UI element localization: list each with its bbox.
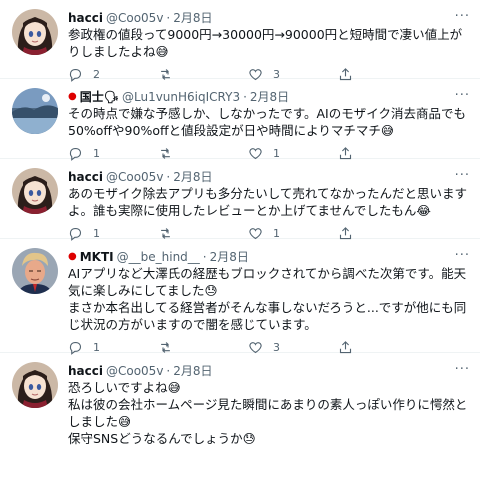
user-handle[interactable]: @Coo05v <box>106 11 163 25</box>
more-icon[interactable]: ··· <box>455 248 470 263</box>
display-name[interactable]: hacci <box>68 170 103 184</box>
like-count: 1 <box>273 226 280 240</box>
more-icon[interactable]: ··· <box>455 88 470 103</box>
separator-dot: · <box>202 249 207 264</box>
tweet[interactable]: hacci @Coo05v · 2月8日 ··· あのモザイク除去アプリも多分た… <box>0 159 480 241</box>
avatar[interactable] <box>12 168 58 214</box>
user-handle[interactable]: @Coo05v <box>106 364 163 378</box>
tweet-text: その時点で嫌な予感しか、しなかったです。AIのモザイク消去商品でも50%offや… <box>68 106 466 138</box>
separator-dot: · <box>243 89 247 104</box>
tweet-date[interactable]: 2月8日 <box>173 362 212 379</box>
tweet-text: 参政権の値段って9000円→30000円→90000円と短時間で凄い値上がりしま… <box>68 27 463 59</box>
flag-icon: ● <box>68 251 77 262</box>
display-name[interactable]: hacci <box>68 11 103 25</box>
tweet-header: ● 国士🗣 @Lu1vunH6iqICRY3 · 2月8日 <box>68 88 468 105</box>
tweet-date[interactable]: 2月8日 <box>210 248 249 265</box>
like-count: 1 <box>273 146 280 160</box>
reply-count: 1 <box>93 226 100 240</box>
tweet-date[interactable]: 2月8日 <box>173 168 212 185</box>
user-handle[interactable]: @Lu1vunH6iqICRY3 <box>122 90 240 104</box>
separator-dot: · <box>166 10 171 25</box>
like-count: 3 <box>273 340 280 354</box>
avatar[interactable] <box>12 362 58 408</box>
flag-icon: ● <box>68 91 77 102</box>
user-handle[interactable]: @__be_hind__ <box>117 250 200 264</box>
tweet-text: 恐ろしいですよね😅 私は彼の会社ホームページ見た瞬間にあまりの素人っぽい作りに愕… <box>68 380 468 446</box>
tweet[interactable]: ● 国士🗣 @Lu1vunH6iqICRY3 · 2月8日 ··· その時点で嫌… <box>0 79 480 161</box>
tweet-header: hacci @Coo05v · 2月8日 <box>68 362 468 379</box>
separator-dot: · <box>166 363 171 378</box>
separator-dot: · <box>166 169 171 184</box>
tweet[interactable]: ● MKTI @__be_hind__ · 2月8日 ··· AIアプリなど大澤… <box>0 239 480 355</box>
tweet-header: ● MKTI @__be_hind__ · 2月8日 <box>68 248 468 265</box>
tweet[interactable]: hacci @Coo05v · 2月8日 ··· 恐ろしいですよね😅 私は彼の会… <box>0 353 480 481</box>
display-name[interactable]: 国士🗣 <box>80 88 119 105</box>
avatar[interactable] <box>12 248 58 294</box>
tweet-header: hacci @Coo05v · 2月8日 <box>68 168 468 185</box>
tweet-text: AIアプリなど大澤氏の経歴もブロックされてから調べた次第です。能天気に楽しみにし… <box>68 266 467 332</box>
reply-thread: hacci @Coo05v · 2月8日 ··· 参政権の値段って9000円→3… <box>0 0 480 481</box>
tweet-date[interactable]: 2月8日 <box>250 88 289 105</box>
avatar[interactable] <box>12 88 58 134</box>
more-icon[interactable]: ··· <box>455 362 470 377</box>
display-name[interactable]: MKTI <box>80 250 114 264</box>
avatar[interactable] <box>12 9 58 55</box>
reply-count: 1 <box>93 146 100 160</box>
tweet-header: hacci @Coo05v · 2月8日 <box>68 9 468 26</box>
more-icon[interactable]: ··· <box>455 168 470 183</box>
reply-count: 1 <box>93 340 100 354</box>
user-handle[interactable]: @Coo05v <box>106 170 163 184</box>
display-name[interactable]: hacci <box>68 364 103 378</box>
tweet-date[interactable]: 2月8日 <box>173 9 212 26</box>
tweet[interactable]: hacci @Coo05v · 2月8日 ··· 参政権の値段って9000円→3… <box>0 0 480 82</box>
more-icon[interactable]: ··· <box>455 9 470 24</box>
tweet-text: あのモザイク除去アプリも多分たいして売れてなかったんだと思いますよ。誰も実際に使… <box>68 186 468 218</box>
